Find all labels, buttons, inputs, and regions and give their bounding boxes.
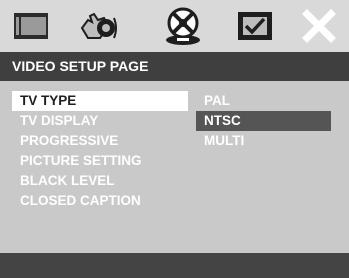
tab-preference[interactable] <box>232 6 278 46</box>
menu-item-black-level[interactable]: BLACK LEVEL <box>12 171 188 191</box>
option-ntsc[interactable]: NTSC <box>196 111 331 131</box>
option-list: PAL NTSC MULTI <box>196 91 331 151</box>
setting-list: TV TYPE TV DISPLAY PROGRESSIVE PICTURE S… <box>12 91 188 211</box>
menu-item-closed-caption[interactable]: CLOSED CAPTION <box>12 191 188 211</box>
audio-setup-icon <box>78 8 120 44</box>
menu-item-tv-type[interactable]: TV TYPE <box>12 91 188 111</box>
menu-item-picture-setting[interactable]: PICTURE SETTING <box>12 151 188 171</box>
tab-general-setup[interactable] <box>8 6 54 46</box>
tab-video-setup[interactable] <box>160 6 206 46</box>
page-title: VIDEO SETUP PAGE <box>0 52 349 81</box>
general-setup-icon <box>11 9 51 43</box>
setup-tab-bar <box>0 0 349 52</box>
footer-bar <box>0 253 349 278</box>
option-pal[interactable]: PAL <box>196 91 331 111</box>
menu-item-tv-display[interactable]: TV DISPLAY <box>12 111 188 131</box>
video-setup-screen: VIDEO SETUP PAGE TV TYPE TV DISPLAY PROG… <box>0 0 349 278</box>
menu-item-progressive[interactable]: PROGRESSIVE <box>12 131 188 151</box>
video-setup-icon <box>161 6 205 46</box>
option-multi[interactable]: MULTI <box>196 131 331 151</box>
settings-panel: TV TYPE TV DISPLAY PROGRESSIVE PICTURE S… <box>0 81 349 253</box>
tab-exit[interactable] <box>296 6 342 46</box>
exit-icon <box>299 8 339 44</box>
tab-audio-setup[interactable] <box>76 6 122 46</box>
preference-icon <box>234 8 276 44</box>
